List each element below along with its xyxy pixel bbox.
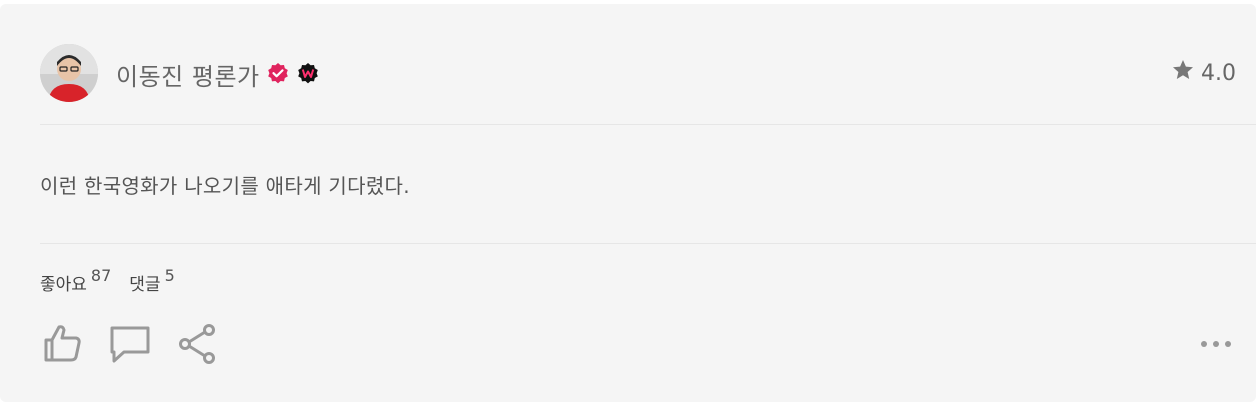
review-text[interactable]: 이런 한국영화가 나오기를 애타게 기다렸다. [40,170,410,199]
comments-stat: 댓글 5 [129,266,174,295]
w-badge-icon [296,62,320,86]
comment-button[interactable] [108,322,152,366]
comments-count: 5 [164,266,175,285]
comment-icon [110,326,150,363]
share-button[interactable] [176,322,220,366]
thumbs-up-icon [44,325,81,362]
user-name[interactable]: 이동진 평론가 [116,57,260,92]
action-bar [40,322,220,366]
more-button[interactable] [1198,332,1234,356]
review-header: 이동진 평론가 4.0 [40,4,1236,124]
likes-label: 좋아요 [40,275,87,295]
like-button[interactable] [40,322,84,366]
rating-value: 4.0 [1201,60,1236,86]
comments-label: 댓글 [129,275,161,295]
verified-badge-icon [266,62,290,86]
share-icon [179,324,215,364]
review-card: 이동진 평론가 4.0 이런 한국영화가 나오기를 애타게 기다렸다. 좋아요 … [0,4,1256,402]
likes-stat: 좋아요 87 [40,266,111,295]
review-stats: 좋아요 87 댓글 5 [40,266,175,295]
divider [40,124,1256,125]
rating: 4.0 [1171,58,1236,88]
likes-count: 87 [90,266,112,285]
avatar[interactable] [40,44,98,102]
star-icon [1171,58,1195,88]
more-icon [1201,341,1231,347]
divider [40,243,1256,244]
user-info: 이동진 평론가 [116,54,320,94]
